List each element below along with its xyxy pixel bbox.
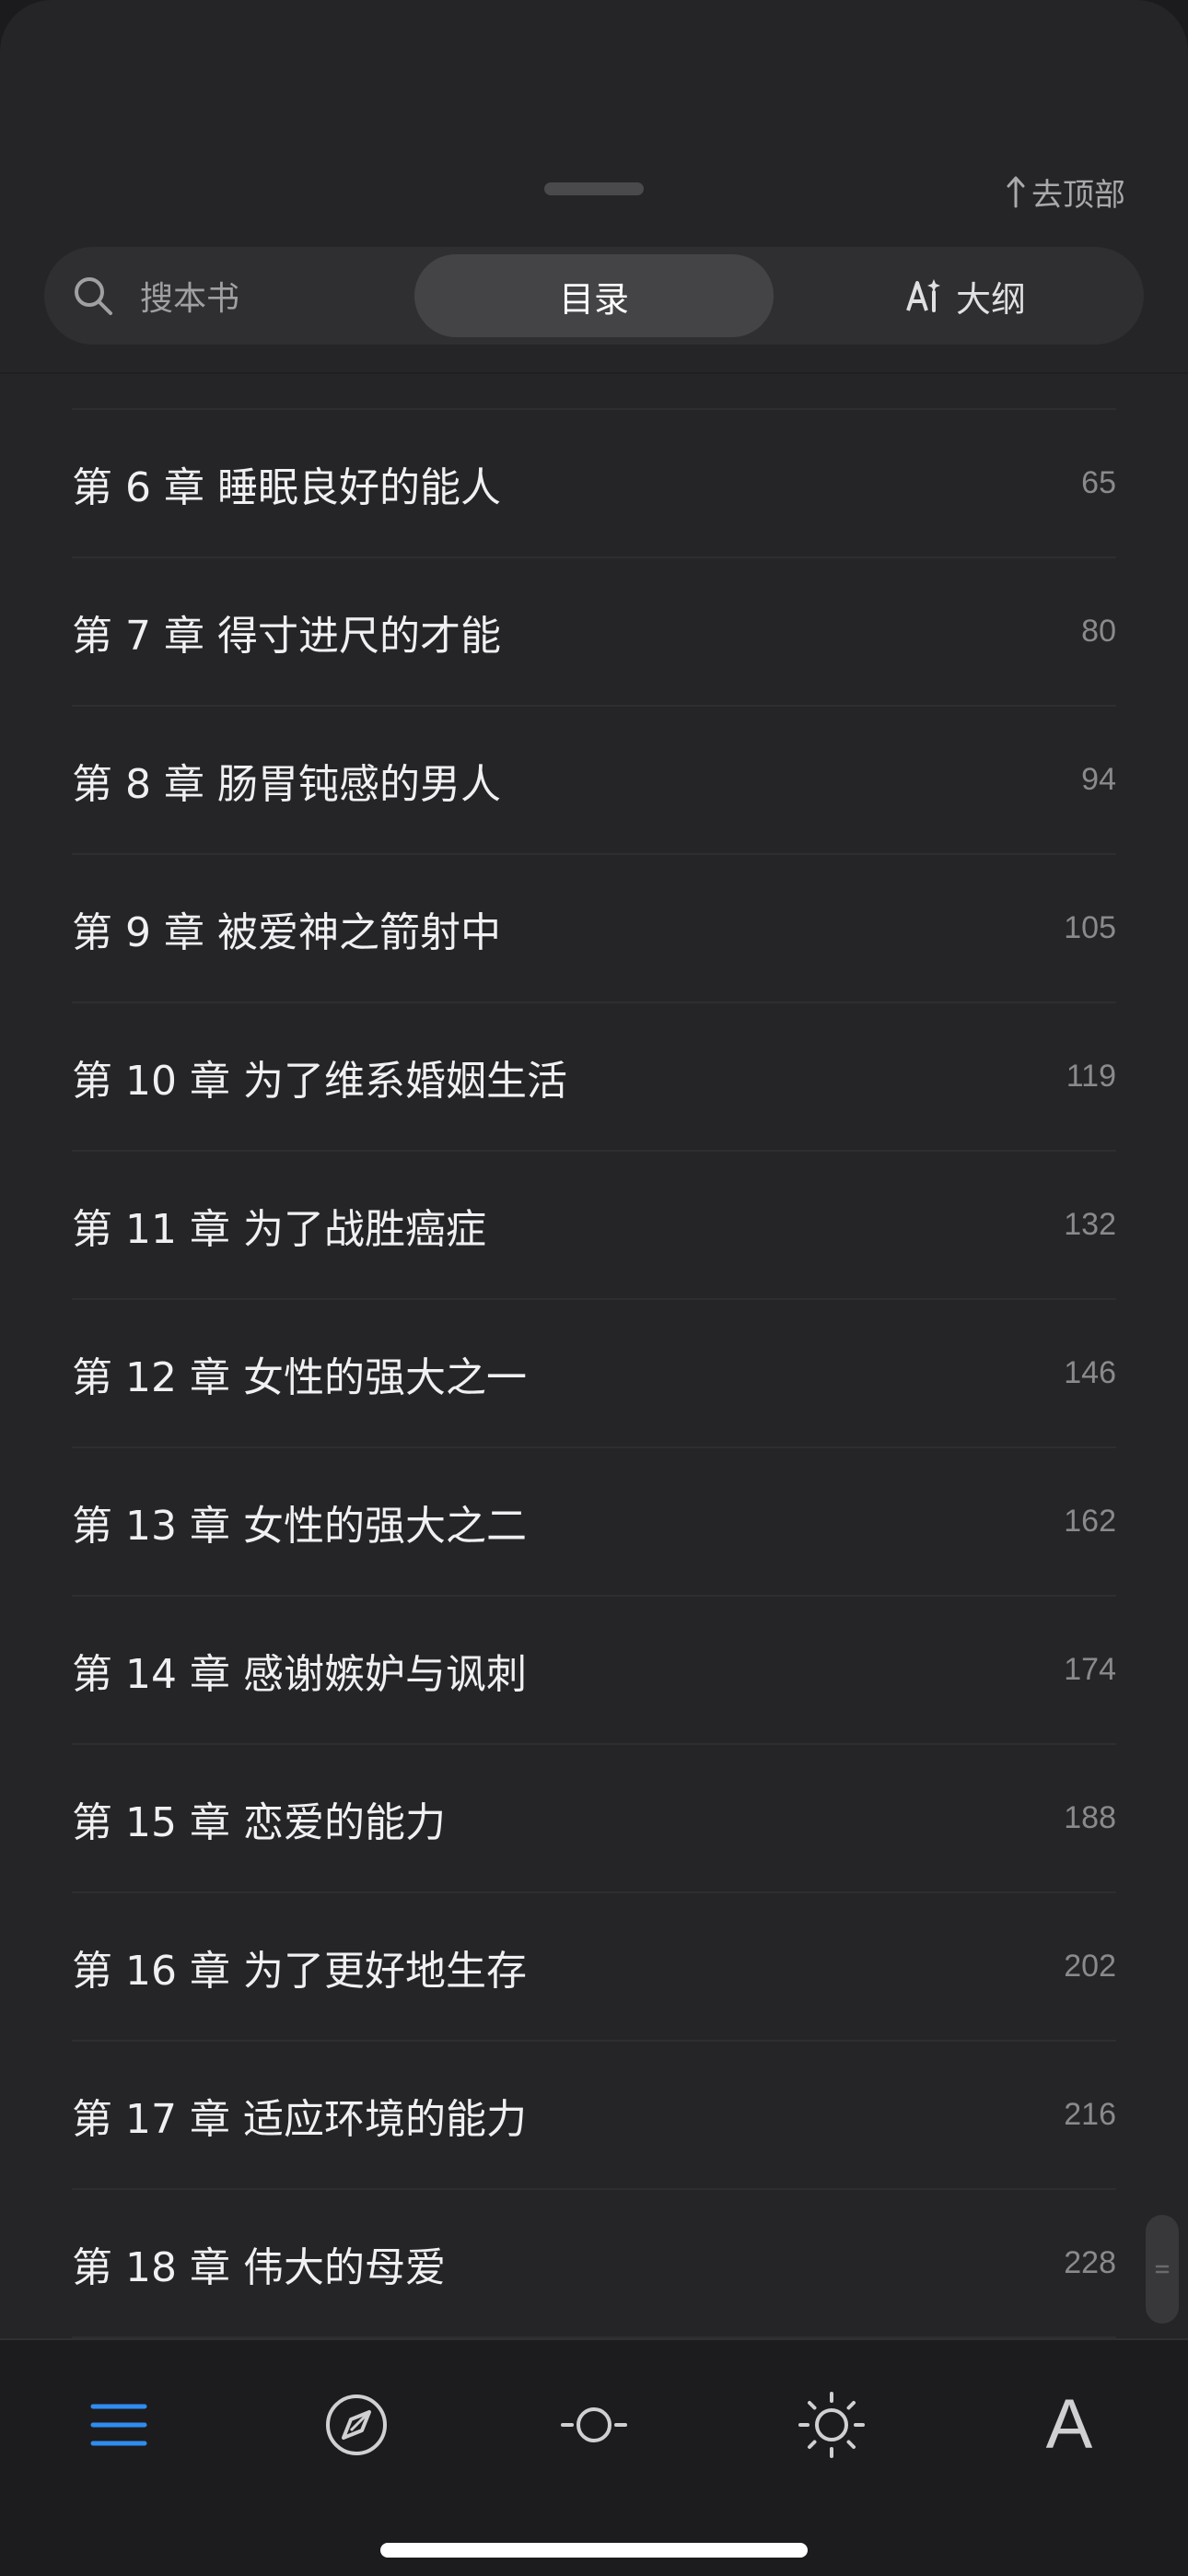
tab-toc[interactable]: 目录 [414, 254, 774, 337]
toc-row[interactable]: 第 18 章 伟大的母爱 228 [72, 2190, 1116, 2338]
chapter-page-number: 119 [1066, 1059, 1116, 1094]
chapter-title: 第 17 章 适应环境的能力 [72, 2095, 527, 2143]
toc-row[interactable]: 第 10 章 为了维系婚姻生活 119 [72, 1003, 1116, 1152]
toc-row[interactable]: 第 14 章 感谢嫉妒与讽刺 174 [72, 1597, 1116, 1745]
chapter-page-number: 65 [1081, 465, 1116, 500]
grip-icon [1155, 2265, 1170, 2274]
toc-row[interactable]: 第 9 章 被爱神之箭射中 105 [72, 855, 1116, 1003]
chapter-page-number: 94 [1081, 762, 1116, 797]
toc-row[interactable]: 第 11 章 为了战胜癌症 132 [72, 1152, 1116, 1300]
chapter-page-number: 132 [1064, 1207, 1116, 1242]
chapter-title: 第 15 章 恋爱的能力 [72, 1798, 446, 1846]
arrow-up-icon [1007, 176, 1025, 208]
chapter-title: 第 16 章 为了更好地生存 [72, 1947, 527, 1995]
toc-row[interactable]: 第 13 章 女性的强大之二 162 [72, 1448, 1116, 1597]
toc-row[interactable]: 第 7 章 得寸进尺的才能 80 [72, 558, 1116, 707]
chapter-title: 第 9 章 被爱神之箭射中 [72, 908, 501, 956]
font-tool-button[interactable]: A [1025, 2381, 1113, 2469]
search-book-label: 搜本书 [140, 280, 240, 318]
toc-row[interactable]: 第 8 章 肠胃钝感的男人 94 [72, 707, 1116, 855]
chapter-page-number: 216 [1064, 2097, 1116, 2132]
home-indicator [380, 2543, 808, 2558]
scroll-thumb[interactable] [1146, 2215, 1179, 2324]
chapter-page-number: 202 [1064, 1949, 1116, 1984]
brightness-tool-button[interactable] [787, 2381, 876, 2469]
tab-toc-label: 目录 [558, 278, 629, 320]
chapter-title: 第 12 章 女性的强大之一 [72, 1353, 527, 1401]
navigate-tool-button[interactable] [312, 2381, 401, 2469]
chapter-page-number: 174 [1064, 1652, 1116, 1687]
progress-icon [561, 2407, 627, 2442]
toc-row[interactable]: 第 15 章 恋爱的能力 188 [72, 1745, 1116, 1893]
sheet-grabber[interactable] [544, 182, 644, 195]
compass-icon [326, 2395, 387, 2455]
chapter-page-number: 80 [1081, 614, 1116, 649]
toc-sheet: 去顶部 搜本书 目录 大纲 第 5 章 迟钝的生活50第 6 章 睡眠良好的能人… [0, 0, 1188, 2576]
search-book-button[interactable]: 搜本书 [72, 247, 239, 345]
chapter-page-number: 228 [1064, 2245, 1116, 2280]
ai-outline-icon [906, 279, 940, 312]
tab-outline[interactable]: 大纲 [827, 247, 1103, 345]
toc-segmented-control: 搜本书 目录 大纲 [44, 247, 1144, 345]
go-top-label: 去顶部 [1031, 176, 1125, 214]
toc-tool-button[interactable] [75, 2381, 163, 2469]
chapter-title: 第 8 章 肠胃钝感的男人 [72, 760, 501, 808]
chapter-page-number: 188 [1064, 1800, 1116, 1835]
toc-row[interactable]: 第 6 章 睡眠良好的能人 65 [72, 410, 1116, 558]
toc-list-viewport[interactable]: 第 5 章 迟钝的生活50 第 6 章 睡眠良好的能人 65 第 7 章 得寸进尺的才… [0, 374, 1188, 2338]
progress-tool-button[interactable] [550, 2381, 638, 2469]
toc-row[interactable]: 第 17 章 适应环境的能力 216 [72, 2042, 1116, 2190]
search-icon [75, 277, 112, 315]
chapter-title: 第 11 章 为了战胜癌症 [72, 1205, 486, 1253]
bottom-toolbar: A [0, 2340, 1188, 2576]
chapter-page-number: 105 [1064, 910, 1116, 945]
list-icon [90, 2404, 147, 2446]
chapter-title: 第 14 章 感谢嫉妒与讽刺 [72, 1650, 527, 1698]
tab-outline-label: 大纲 [955, 278, 1026, 320]
toc-row[interactable]: 第 16 章 为了更好地生存 202 [72, 1893, 1116, 2042]
toc-list: 第 5 章 迟钝的生活50 第 6 章 睡眠良好的能人 65 第 7 章 得寸进尺的才… [0, 374, 1188, 2338]
go-top-button[interactable]: 去顶部 [1004, 170, 1125, 214]
chapter-title: 第 13 章 女性的强大之二 [72, 1502, 527, 1550]
font-icon: A [1045, 2385, 1093, 2464]
toc-row[interactable]: 第 5 章 迟钝的生活50 [72, 374, 1116, 410]
chapter-title: 第 18 章 伟大的母爱 [72, 2243, 446, 2291]
chapter-title: 第 6 章 睡眠良好的能人 [72, 463, 501, 511]
chapter-page-number: 162 [1064, 1504, 1116, 1539]
chapter-title: 第 7 章 得寸进尺的才能 [72, 612, 501, 660]
chapter-title: 第 10 章 为了维系婚姻生活 [72, 1057, 567, 1105]
chapter-page-number: 146 [1064, 1355, 1116, 1390]
brightness-icon [798, 2392, 865, 2458]
toc-row[interactable]: 第 12 章 女性的强大之一 146 [72, 1300, 1116, 1448]
